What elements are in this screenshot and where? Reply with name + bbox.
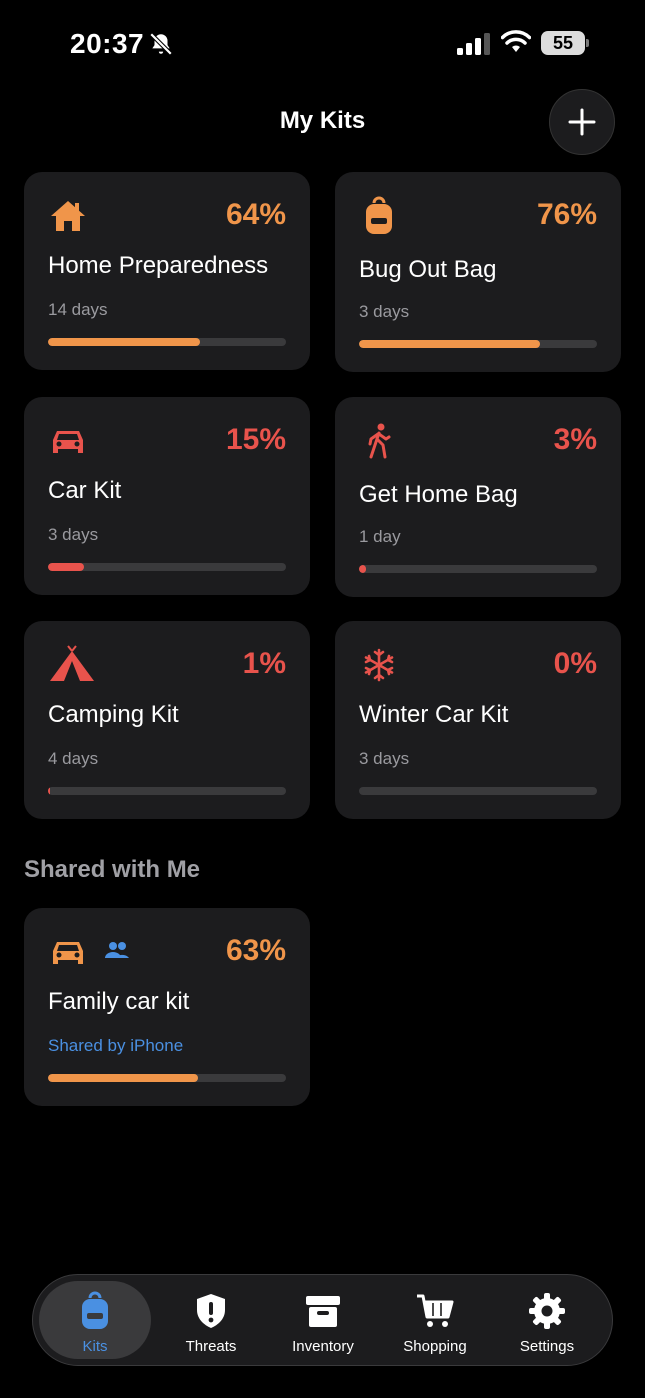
gear-icon [529, 1293, 565, 1329]
kit-name: Home Preparedness [48, 252, 269, 279]
kit-percent: 1% [242, 647, 286, 680]
tab-label: Threats [185, 1338, 237, 1355]
kit-name: Winter Car Kit [359, 701, 509, 728]
kit-duration: 3 days [48, 525, 99, 544]
kit-card-car-kit[interactable]: 15% Car Kit 3 days [24, 397, 310, 595]
wifi-icon [501, 30, 531, 52]
kit-card-home-preparedness[interactable]: 64% Home Preparedness 14 days [24, 172, 310, 370]
shared-section-title: Shared with Me [24, 856, 201, 883]
tab-shopping[interactable]: Shopping [379, 1281, 491, 1359]
kits-screen: 20:37 55 My Kits 64% Home Preparedness 1… [0, 0, 645, 1398]
status-bar: 20:37 55 [0, 0, 645, 88]
kit-card-winter-car-kit[interactable]: 0% Winter Car Kit 3 days [335, 621, 621, 819]
progress-fill [359, 340, 540, 348]
progress-track [359, 340, 597, 348]
archive-box-icon [306, 1296, 340, 1327]
walking-person-icon [368, 423, 391, 459]
kit-name: Car Kit [48, 477, 122, 504]
battery-level: 55 [541, 31, 585, 55]
tab-settings[interactable]: Settings [491, 1281, 603, 1359]
progress-fill [359, 565, 367, 573]
tab-label: Shopping [403, 1338, 467, 1355]
kit-percent: 76% [536, 198, 597, 231]
kit-name: Family car kit [48, 988, 190, 1015]
shield-exclamation-icon [197, 1294, 225, 1328]
kit-card-bug-out-bag[interactable]: 76% Bug Out Bag 3 days [335, 172, 621, 372]
tab-label: Kits [82, 1338, 108, 1355]
kit-card-get-home-bag[interactable]: 3% Get Home Bag 1 day [335, 397, 621, 597]
progress-track [359, 565, 597, 573]
people-icon [105, 942, 129, 958]
progress-track [48, 787, 286, 795]
kit-name: Get Home Bag [359, 481, 518, 508]
kit-percent: 63% [225, 934, 286, 967]
car-icon [53, 431, 83, 453]
battery-indicator: 55 [541, 31, 589, 55]
progress-fill [48, 1074, 198, 1082]
cart-icon [417, 1294, 454, 1327]
tent-icon [50, 645, 94, 681]
snowflake-icon [364, 648, 394, 682]
progress-track [359, 787, 597, 795]
progress-track [48, 1074, 286, 1082]
status-time: 20:37 [70, 28, 145, 59]
backpack-icon [82, 1291, 108, 1329]
kit-percent: 0% [553, 647, 597, 680]
kit-percent: 3% [553, 423, 597, 456]
car-icon [53, 942, 83, 964]
house-icon [51, 201, 85, 231]
tab-label: Inventory [292, 1338, 354, 1355]
kit-duration: 1 day [359, 527, 401, 546]
kit-card-family-car-kit[interactable]: 63% Family car kit Shared by iPhone [24, 908, 310, 1106]
tab-kits[interactable]: Kits [39, 1281, 151, 1359]
progress-fill [48, 787, 51, 795]
kit-duration: 3 days [359, 749, 410, 768]
tab-threats[interactable]: Threats [155, 1281, 267, 1359]
backpack-icon [366, 196, 392, 234]
cellular-signal-icon [457, 33, 490, 55]
battery-tip [586, 39, 589, 47]
tab-bar: Kits Threats Inventory Shopping Settings [32, 1274, 613, 1366]
bell-slash-icon [149, 32, 173, 56]
plus-icon [568, 108, 596, 136]
kit-name: Camping Kit [48, 701, 179, 728]
progress-fill [48, 338, 201, 346]
kit-percent: 15% [225, 423, 286, 456]
shared-by-label: Shared by iPhone [48, 1036, 184, 1055]
kit-name: Bug Out Bag [359, 256, 497, 283]
progress-fill [48, 563, 84, 571]
tab-inventory[interactable]: Inventory [267, 1281, 379, 1359]
add-kit-button[interactable] [549, 89, 615, 155]
kit-card-camping-kit[interactable]: 1% Camping Kit 4 days [24, 621, 310, 819]
tab-label: Settings [519, 1338, 575, 1355]
kit-duration: 3 days [359, 302, 410, 321]
kit-percent: 64% [225, 198, 286, 231]
kit-duration: 4 days [48, 749, 99, 768]
progress-track [48, 563, 286, 571]
kit-duration: 14 days [48, 300, 108, 319]
progress-track [48, 338, 286, 346]
